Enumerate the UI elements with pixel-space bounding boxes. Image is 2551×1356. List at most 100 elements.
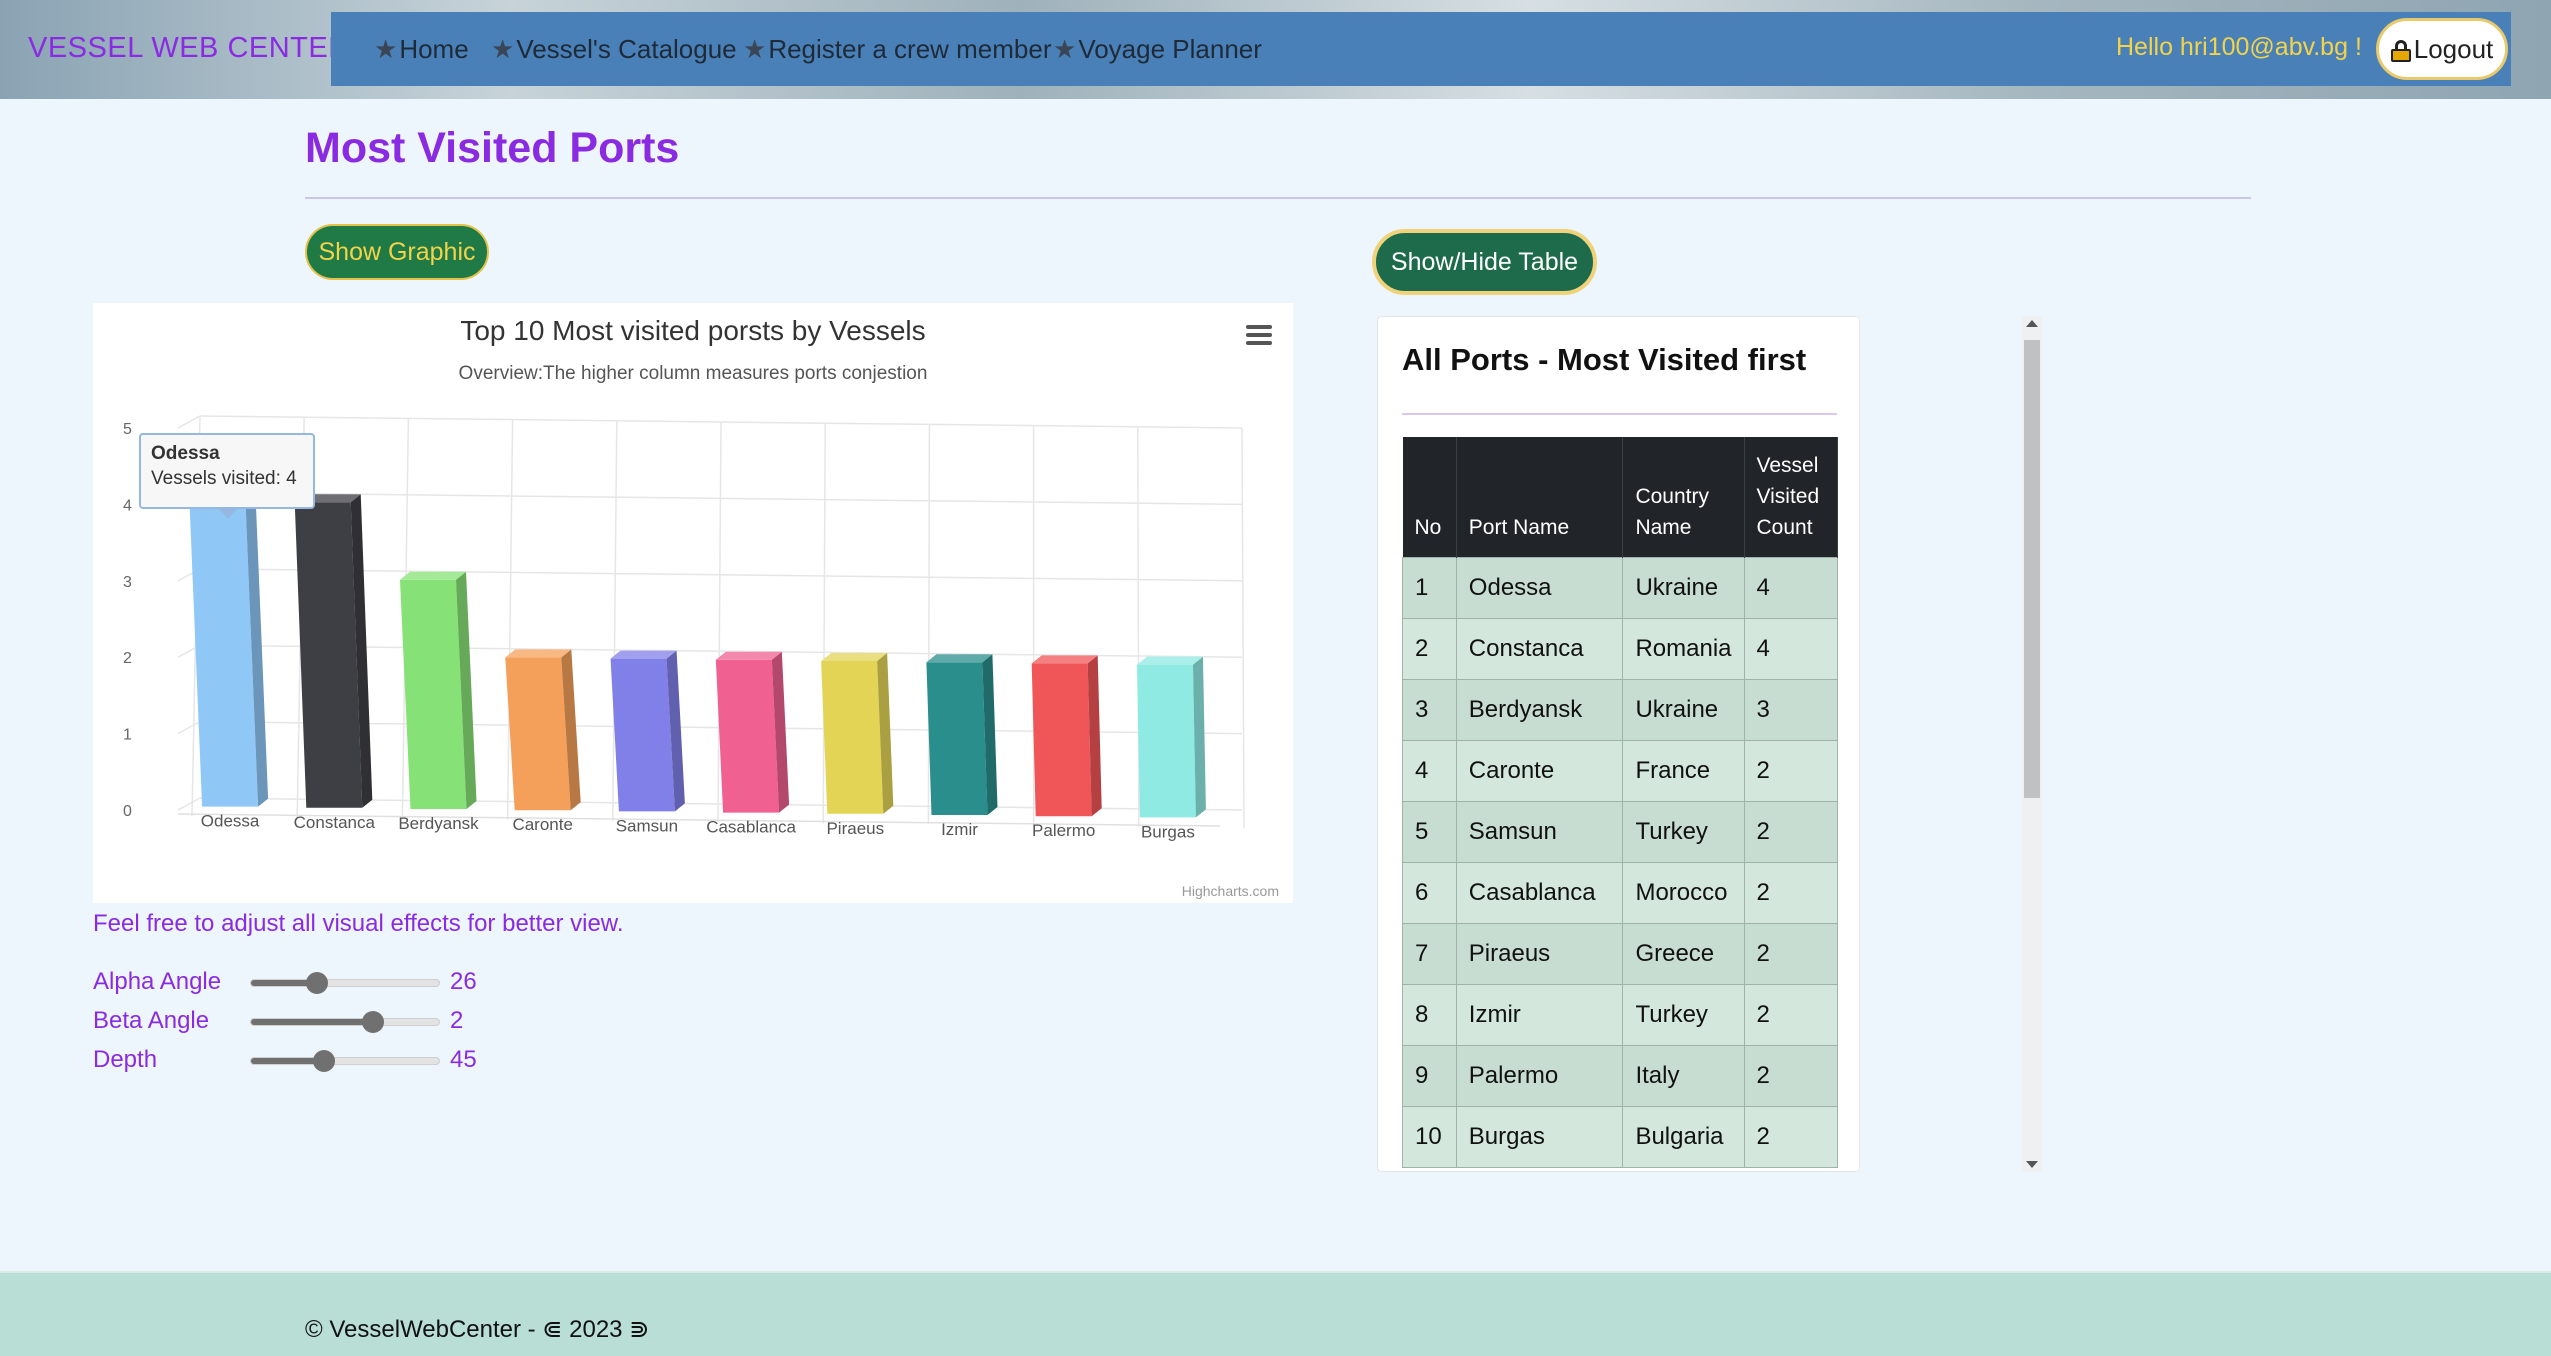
cell-no: 1 — [1402, 556, 1457, 619]
header-visited-count: Vessel Visited Count — [1744, 437, 1838, 557]
y-tick-label: 4 — [123, 497, 132, 514]
y-tick-label: 0 — [123, 803, 132, 820]
bar-casablanca[interactable] — [715, 651, 790, 813]
alpha-angle-control: Alpha Angle 26 — [93, 966, 593, 1000]
cell-no: 3 — [1402, 678, 1457, 741]
cell-count: 2 — [1743, 800, 1838, 863]
x-tick-label: Constanca — [294, 813, 376, 832]
depth-label: Depth — [93, 1046, 158, 1073]
cell-count: 4 — [1743, 617, 1838, 680]
cell-country: Turkey — [1622, 983, 1745, 1046]
star-icon: ★ — [374, 34, 398, 64]
brand-logo[interactable]: VESSEL WEB CENTER — [28, 32, 350, 65]
cell-count: 3 — [1743, 678, 1838, 741]
header-port-name: Port Name — [1456, 437, 1624, 557]
gridline-side — [177, 720, 201, 735]
scroll-thumb[interactable] — [2024, 340, 2040, 798]
bar-caronte[interactable] — [505, 649, 581, 811]
cell-country: Greece — [1622, 922, 1745, 985]
show-graphic-button[interactable]: Show Graphic — [305, 224, 489, 280]
gridline-vertical — [822, 423, 826, 824]
gridline-vertical — [927, 424, 931, 825]
depth-control: Depth 45 — [93, 1044, 593, 1078]
chart-container: 0 1 2 3 4 5 Odessa Constanca Berdyansk Caronte Sam… — [93, 303, 1293, 903]
cell-count: 2 — [1743, 861, 1838, 924]
cell-country: Romania — [1622, 617, 1745, 680]
cell-no: 4 — [1402, 739, 1457, 802]
header-country-name: Country Name — [1622, 437, 1745, 557]
table-row: 9 Palermo Italy 2 — [1402, 1044, 1838, 1107]
table-header-row: No Port Name Country Name Vessel Visited… — [1402, 437, 1838, 557]
cell-port: Berdyansk — [1455, 678, 1624, 741]
beta-angle-label: Beta Angle — [93, 1007, 210, 1034]
y-tick-label: 2 — [123, 650, 132, 667]
x-tick-label: Caronte — [512, 815, 572, 834]
nav-register-crew[interactable]: ★Register a crew member — [743, 34, 1052, 65]
nav-voyage-planner[interactable]: ★Voyage Planner — [1053, 34, 1262, 65]
slider-thumb[interactable] — [305, 972, 328, 994]
cell-no: 10 — [1402, 1105, 1457, 1168]
bar-izmir[interactable] — [926, 654, 998, 815]
ports-table-card: All Ports - Most Visited first No Port N… — [1377, 316, 1860, 1172]
bar-piraeus[interactable] — [821, 653, 894, 814]
table-row: 5 Samsun Turkey 2 — [1402, 800, 1838, 863]
x-tick-label: Palermo — [1032, 821, 1095, 840]
table-row: 4 Caronte France 2 — [1402, 739, 1838, 802]
cell-no: 8 — [1402, 983, 1457, 1046]
cell-port: Izmir — [1455, 983, 1624, 1046]
slider-thumb[interactable] — [313, 1050, 336, 1072]
cell-port: Burgas — [1455, 1105, 1624, 1168]
title-divider — [305, 197, 2251, 199]
y-tick-label: 3 — [123, 574, 132, 591]
cell-count: 2 — [1743, 1044, 1838, 1107]
star-icon: ★ — [491, 34, 515, 64]
show-hide-table-button[interactable]: Show/Hide Table — [1372, 229, 1597, 295]
depth-slider[interactable] — [250, 1050, 440, 1072]
cell-no: 6 — [1402, 861, 1457, 924]
cell-count: 2 — [1743, 1105, 1838, 1168]
logout-button[interactable]: Logout — [2376, 18, 2508, 80]
slider-thumb[interactable] — [362, 1011, 385, 1033]
cell-country: Morocco — [1622, 861, 1745, 924]
table-row: 7 Piraeus Greece 2 — [1402, 922, 1838, 985]
chart-tooltip: Odessa Vessels visited: 4 — [139, 433, 315, 519]
bar-odessa[interactable] — [189, 493, 269, 807]
table-card-title: All Ports - Most Visited first — [1402, 342, 1807, 377]
cell-country: Bulgaria — [1622, 1105, 1745, 1168]
table-row: 8 Izmir Turkey 2 — [1402, 983, 1838, 1046]
bar-constanca[interactable] — [294, 494, 373, 808]
bar-samsun[interactable] — [610, 650, 685, 812]
cell-port: Palermo — [1455, 1044, 1624, 1107]
beta-angle-slider[interactable] — [250, 1011, 440, 1033]
tooltip-title: Odessa — [151, 443, 220, 464]
cell-country: Italy — [1622, 1044, 1745, 1107]
scroll-down-arrow-icon[interactable] — [2026, 1161, 2038, 1168]
chart-credits[interactable]: Highcharts.com — [1182, 883, 1279, 899]
chart-subtitle: Overview:The higher column measures port… — [458, 363, 928, 384]
bar-palermo[interactable] — [1031, 655, 1102, 817]
alpha-angle-label: Alpha Angle — [93, 968, 222, 995]
cell-no: 9 — [1402, 1044, 1457, 1107]
cell-count: 2 — [1743, 739, 1838, 802]
footer-copyright: © VesselWebCenter - ⋐ 2023 ⋑ — [305, 1316, 650, 1343]
nav-home[interactable]: ★Home — [374, 34, 469, 65]
alpha-angle-slider[interactable] — [250, 972, 440, 994]
scroll-up-arrow-icon[interactable] — [2026, 320, 2038, 327]
header-no: No — [1402, 437, 1457, 557]
cell-port: Samsun — [1455, 800, 1624, 863]
table-row: 1 Odessa Ukraine 4 — [1402, 556, 1838, 619]
table-row: 2 Constanca Romania 4 — [1402, 617, 1838, 680]
depth-value: 45 — [450, 1046, 477, 1073]
bar-berdyansk[interactable] — [400, 571, 477, 809]
x-tick-label: Piraeus — [826, 819, 884, 838]
lock-icon — [2390, 40, 2411, 62]
top-header: VESSEL WEB CENTER ★Home ★Vessel's Catalo… — [0, 0, 2551, 99]
x-tick-label: Burgas — [1141, 822, 1195, 841]
table-scrollbar[interactable] — [2022, 316, 2042, 1172]
x-tick-label: Samsun — [616, 816, 678, 835]
bar-burgas[interactable] — [1136, 656, 1206, 818]
gridline-side — [177, 797, 201, 811]
nav-vessels-catalogue[interactable]: ★Vessel's Catalogue — [491, 34, 737, 65]
chart-menu-icon[interactable] — [1246, 325, 1272, 347]
cell-port: Odessa — [1455, 556, 1624, 619]
